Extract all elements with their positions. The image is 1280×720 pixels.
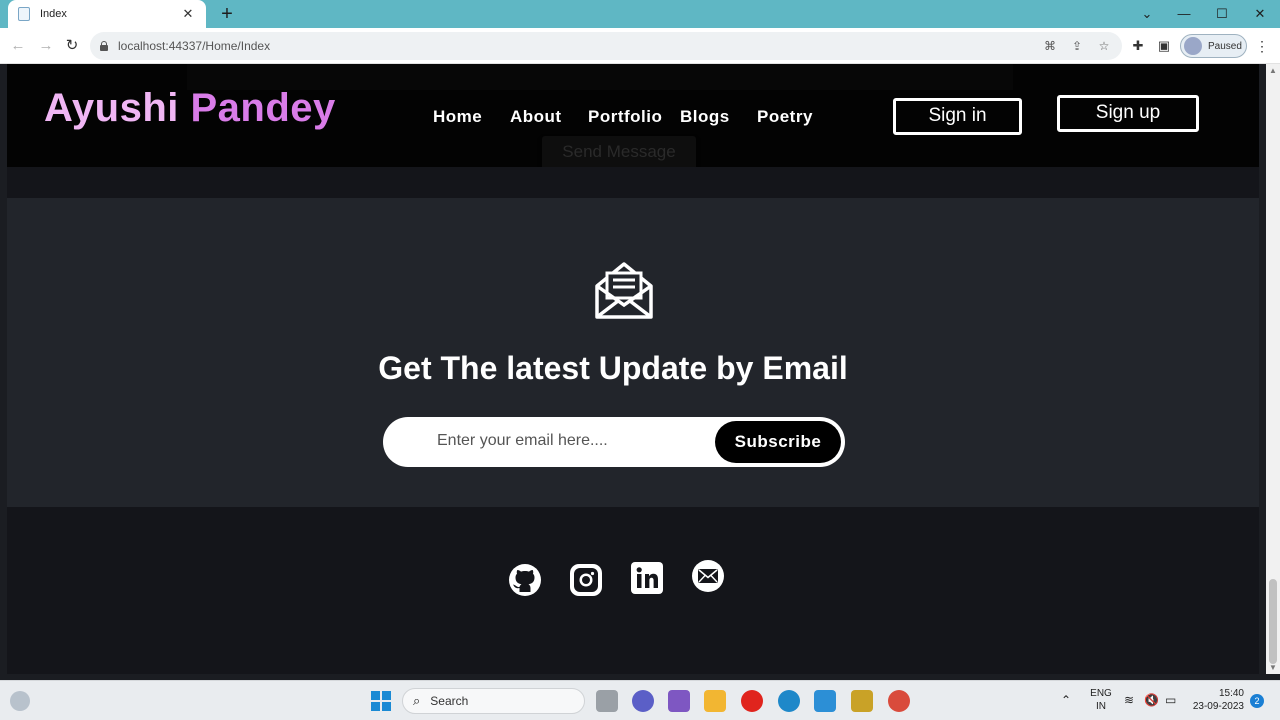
address-bar[interactable]: localhost:44337/Home/Index ⌘ ⇪ ☆ [90, 32, 1122, 60]
clock-time[interactable]: 15:40 [1186, 688, 1246, 699]
visual-studio-icon[interactable] [668, 690, 690, 712]
avatar [1184, 37, 1202, 55]
nav-blogs[interactable]: Blogs [680, 107, 730, 127]
tab-title: Index [40, 8, 67, 20]
teams-chat-icon[interactable] [632, 690, 654, 712]
file-explorer-icon[interactable] [704, 690, 726, 712]
page-scrollbar[interactable]: ▲ ▼ [1266, 64, 1280, 674]
share-icon[interactable]: ⇪ [1069, 38, 1085, 54]
nav-portfolio[interactable]: Portfolio [588, 107, 662, 127]
subscribe-form: Subscribe [383, 417, 845, 467]
notepad-icon[interactable] [814, 690, 836, 712]
browser-toolbar: ← → ↻ localhost:44337/Home/Index ⌘ ⇪ ☆ ✚… [0, 28, 1280, 64]
nav-about[interactable]: About [510, 107, 562, 127]
close-tab-icon[interactable]: ✕ [180, 6, 196, 22]
battery-icon[interactable]: ▭ [1165, 693, 1176, 707]
scroll-up-icon[interactable]: ▲ [1266, 66, 1280, 75]
minimize-icon[interactable]: — [1174, 4, 1194, 24]
opera-icon[interactable] [741, 690, 763, 712]
maximize-icon[interactable]: ☐ [1212, 4, 1232, 24]
forward-icon[interactable]: → [36, 36, 56, 56]
brand-first-name: Ayushi [44, 86, 179, 130]
taskbar-search-label: Search [430, 694, 469, 708]
site-logo[interactable]: Ayushi Pandey [44, 86, 336, 131]
wifi-icon[interactable]: ≋ [1124, 693, 1134, 707]
clock-date[interactable]: 23-09-2023 [1186, 701, 1246, 712]
edge-icon[interactable] [778, 690, 800, 712]
scroll-down-icon[interactable]: ▼ [1266, 663, 1280, 672]
extensions-icon[interactable]: ✚ [1130, 38, 1146, 54]
os-taskbar: ⌕ Search ⌃ ENG IN ≋ 🔇 ▭ 15:40 23-09-2023… [0, 680, 1280, 720]
open-envelope-icon [594, 260, 654, 320]
reload-icon[interactable]: ↻ [62, 36, 82, 56]
github-icon[interactable] [508, 563, 542, 597]
browser-menu-icon[interactable]: ⋮ [1255, 36, 1269, 56]
site-header: Send Message Ayushi Pandey Home About Po… [7, 64, 1259, 172]
close-window-icon[interactable]: ✕ [1250, 4, 1270, 24]
mail-icon[interactable] [691, 559, 725, 593]
code-editor-icon[interactable] [851, 690, 873, 712]
chrome-icon[interactable] [888, 690, 910, 712]
translate-icon[interactable]: ⌘ [1042, 38, 1058, 54]
profile-status: Paused [1208, 40, 1242, 52]
back-icon[interactable]: ← [8, 36, 28, 56]
side-panel-icon[interactable]: ▣ [1156, 38, 1172, 54]
nav-home[interactable]: Home [433, 107, 482, 127]
brand-last-name: Pandey [190, 86, 336, 130]
bookmark-star-icon[interactable]: ☆ [1096, 38, 1112, 54]
taskbar-search[interactable]: ⌕ Search [402, 688, 585, 714]
section-divider [7, 167, 1259, 198]
weather-icon[interactable] [10, 691, 30, 711]
task-view-icon[interactable] [596, 690, 618, 712]
volume-muted-icon[interactable]: 🔇 [1144, 693, 1159, 707]
linkedin-icon[interactable] [630, 561, 664, 595]
page-edge [1259, 64, 1266, 674]
profile-button[interactable]: Paused [1180, 34, 1247, 58]
tab-search-icon[interactable]: ⌄ [1137, 4, 1157, 24]
sign-up-button[interactable]: Sign up [1057, 95, 1199, 132]
browser-tabstrip: Index ✕ + ⌄ — ☐ ✕ [0, 0, 1280, 28]
notification-badge[interactable]: 2 [1250, 694, 1264, 708]
url-text[interactable]: localhost:44337/Home/Index [118, 39, 270, 53]
page-viewport: Send Message Ayushi Pandey Home About Po… [7, 64, 1259, 674]
browser-tab[interactable]: Index ✕ [8, 0, 206, 28]
search-icon: ⌕ [413, 693, 421, 708]
language-primary[interactable]: ENG [1088, 688, 1114, 699]
tray-overflow-icon[interactable]: ⌃ [1061, 693, 1071, 707]
language-secondary[interactable]: IN [1088, 701, 1114, 712]
new-tab-button[interactable]: + [216, 3, 238, 25]
site-footer [7, 507, 1259, 674]
page-favicon-icon [18, 7, 30, 21]
email-field[interactable] [405, 424, 689, 458]
newsletter-title: Get The latest Update by Email [378, 350, 848, 386]
newsletter-section: Get The latest Update by Email Subscribe [7, 198, 1259, 507]
instagram-icon[interactable] [569, 563, 603, 597]
lock-icon[interactable] [100, 41, 108, 51]
start-icon[interactable] [371, 691, 391, 711]
scrollbar-thumb[interactable] [1269, 579, 1277, 664]
sign-in-button[interactable]: Sign in [893, 98, 1022, 135]
subscribe-button[interactable]: Subscribe [715, 421, 841, 463]
nav-poetry[interactable]: Poetry [757, 107, 813, 127]
